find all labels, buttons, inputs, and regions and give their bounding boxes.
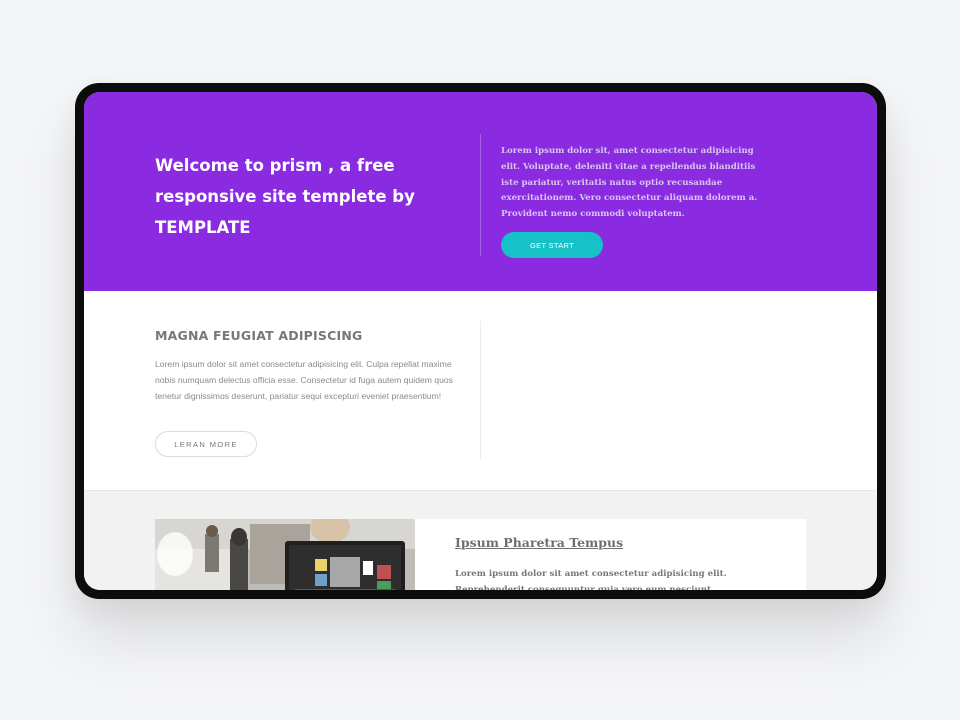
learn-more-button[interactable]: LERAN MORE xyxy=(155,431,257,457)
post-title-link[interactable]: Ipsum Pharetra Tempus xyxy=(455,535,623,550)
hero-description: Lorem ipsum dolor sit, amet consectetur … xyxy=(501,146,758,220)
hero-section: Welcome to prism , a free responsive sit… xyxy=(84,92,877,291)
get-start-button[interactable]: GET START xyxy=(501,232,603,258)
screen: Welcome to prism , a free responsive sit… xyxy=(84,92,877,590)
office-photo xyxy=(155,519,415,590)
feature-divider xyxy=(480,321,481,459)
feature-heading: MAGNA FEUGIAT ADIPISCING xyxy=(155,328,363,343)
hero-title: Welcome to prism , a free responsive sit… xyxy=(155,156,415,237)
feature-section: MAGNA FEUGIAT ADIPISCING Lorem ipsum dol… xyxy=(84,291,877,490)
post-card: Ipsum Pharetra Tempus Lorem ipsum dolor … xyxy=(155,519,806,590)
post-section: Ipsum Pharetra Tempus Lorem ipsum dolor … xyxy=(84,490,877,590)
device-frame: Welcome to prism , a free responsive sit… xyxy=(75,83,886,599)
feature-text: Lorem ipsum dolor sit amet consectetur a… xyxy=(155,359,453,401)
post-excerpt: Lorem ipsum dolor sit amet consectetur a… xyxy=(455,569,727,590)
hero-divider xyxy=(480,134,481,256)
